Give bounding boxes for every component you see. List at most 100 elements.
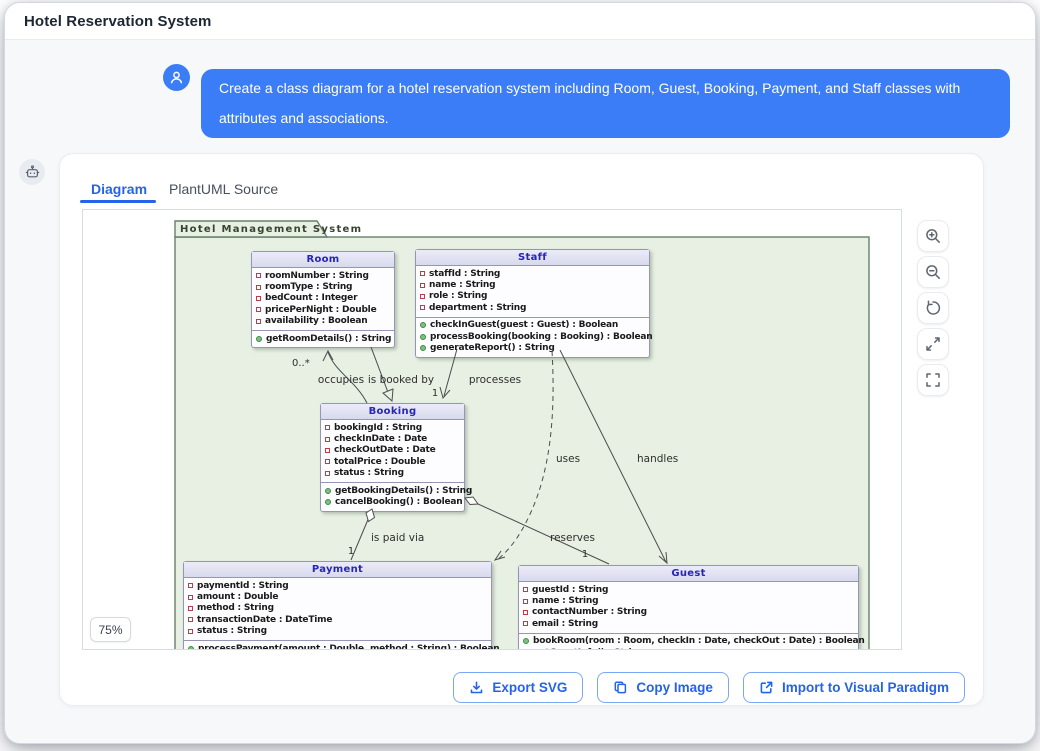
fullscreen-icon (924, 371, 942, 389)
assistant-avatar (19, 159, 45, 185)
public-method-icon (325, 488, 331, 494)
reset-icon (924, 299, 942, 317)
title-bar: Hotel Reservation System (5, 3, 1035, 40)
button-label: Copy Image (636, 680, 713, 695)
private-attribute-icon (420, 305, 425, 310)
uml-method: processPayment(amount : Double, method :… (188, 643, 487, 650)
public-method-icon (188, 646, 194, 650)
private-attribute-icon (523, 599, 528, 604)
public-method-icon (256, 336, 262, 342)
zoom-controls (917, 220, 949, 396)
tab-plantuml-source[interactable]: PlantUML Source (169, 181, 278, 197)
import-to-visual-paradigm-button[interactable]: Import to Visual Paradigm (743, 672, 965, 703)
uml-class-booking: Booking bookingId : StringcheckInDate : … (320, 403, 465, 512)
method-list: processPayment(amount : Double, method :… (184, 640, 491, 650)
uml-attribute: name : String (523, 595, 854, 606)
private-attribute-icon (256, 296, 261, 301)
private-attribute-icon (325, 437, 330, 442)
uml-attribute: checkInDate : Date (325, 433, 460, 444)
button-label: Import to Visual Paradigm (782, 680, 949, 695)
uml-attribute: transactionDate : DateTime (188, 614, 487, 625)
uml-attribute: method : String (188, 603, 487, 614)
public-method-icon (420, 334, 426, 340)
page-title: Hotel Reservation System (24, 13, 211, 30)
uml-attribute: roomNumber : String (256, 270, 390, 281)
uml-method: checkInGuest(guest : Guest) : Boolean (420, 320, 645, 331)
copy-image-button[interactable]: Copy Image (597, 672, 729, 703)
robot-icon (25, 165, 40, 180)
tab-diagram[interactable]: Diagram (91, 181, 147, 197)
uml-attribute: department : String (420, 302, 645, 313)
public-method-icon (325, 499, 331, 505)
uml-class-guest: Guest guestId : Stringname : Stringconta… (518, 565, 859, 650)
uml-attribute: contactNumber : String (523, 607, 854, 618)
fullscreen-button[interactable] (917, 364, 949, 396)
zoom-in-icon (924, 227, 942, 245)
private-attribute-icon (325, 448, 330, 453)
uml-attribute: staffId : String (420, 268, 645, 279)
private-attribute-icon (256, 307, 261, 312)
zoom-out-button[interactable] (917, 256, 949, 288)
diagram-canvas[interactable]: Hotel Management System Room roomNumber … (82, 209, 902, 650)
uml-method: getGuestInfo() : String (523, 647, 854, 650)
method-list: getRoomDetails() : String (252, 330, 394, 347)
method-list: checkInGuest(guest : Guest) : Booleanpro… (416, 317, 649, 357)
active-tab-indicator (80, 200, 156, 203)
download-icon (469, 680, 484, 695)
private-attribute-icon (188, 583, 193, 588)
class-name: Staff (416, 250, 649, 266)
copy-icon (613, 680, 628, 695)
private-attribute-icon (256, 285, 261, 290)
private-attribute-icon (325, 459, 330, 464)
uml-attribute: checkOutDate : Date (325, 445, 460, 456)
uml-attribute: totalPrice : Double (325, 456, 460, 467)
private-attribute-icon (256, 273, 261, 278)
private-attribute-icon (188, 629, 193, 634)
uml-attribute: bedCount : Integer (256, 293, 390, 304)
app-window: Hotel Reservation System Create a class … (4, 2, 1036, 744)
private-attribute-icon (325, 425, 330, 430)
action-buttons: Export SVG Copy Image Im (453, 672, 965, 703)
private-attribute-icon (523, 621, 528, 626)
uml-attribute: bookingId : String (325, 422, 460, 433)
uml-method: cancelBooking() : Boolean (325, 496, 460, 507)
uml-class-room: Room roomNumber : StringroomType : Strin… (251, 251, 395, 348)
class-name: Guest (519, 566, 858, 582)
reset-view-button[interactable] (917, 292, 949, 324)
attribute-list: roomNumber : StringroomType : StringbedC… (252, 268, 394, 330)
zoom-out-icon (924, 263, 942, 281)
attribute-list: bookingId : StringcheckInDate : Datechec… (321, 420, 464, 482)
external-link-icon (759, 680, 774, 695)
package-title: Hotel Management System (180, 224, 362, 235)
uml-method: processBooking(booking : Booking) : Bool… (420, 331, 645, 342)
uml-attribute: email : String (523, 618, 854, 629)
class-name: Payment (184, 562, 491, 578)
uml-method: getRoomDetails() : String (256, 333, 390, 344)
expand-icon (924, 335, 942, 353)
private-attribute-icon (420, 271, 425, 276)
user-avatar (163, 64, 190, 91)
private-attribute-icon (523, 587, 528, 592)
class-name: Room (252, 252, 394, 268)
uml-attribute: pricePerNight : Double (256, 304, 390, 315)
uml-attribute: guestId : String (523, 584, 854, 595)
uml-class-payment: Payment paymentId : Stringamount : Doubl… (183, 561, 492, 650)
attribute-list: guestId : Stringname : StringcontactNumb… (519, 582, 858, 633)
method-list: bookRoom(room : Room, checkIn : Date, ch… (519, 633, 858, 650)
private-attribute-icon (188, 606, 193, 611)
public-method-icon (420, 322, 426, 328)
public-method-icon (523, 638, 529, 644)
private-attribute-icon (256, 319, 261, 324)
uml-attribute: role : String (420, 291, 645, 302)
uml-attribute: name : String (420, 279, 645, 290)
attribute-list: paymentId : Stringamount : Doublemethod … (184, 578, 491, 640)
uml-attribute: amount : Double (188, 591, 487, 602)
user-message-line: attributes and associations. (219, 103, 992, 133)
uml-attribute: status : String (325, 468, 460, 479)
zoom-in-button[interactable] (917, 220, 949, 252)
export-svg-button[interactable]: Export SVG (453, 672, 583, 703)
uml-attribute: roomType : String (256, 281, 390, 292)
uml-method: generateReport() : String (420, 342, 645, 353)
uml-method: getBookingDetails() : String (325, 485, 460, 496)
expand-button[interactable] (917, 328, 949, 360)
